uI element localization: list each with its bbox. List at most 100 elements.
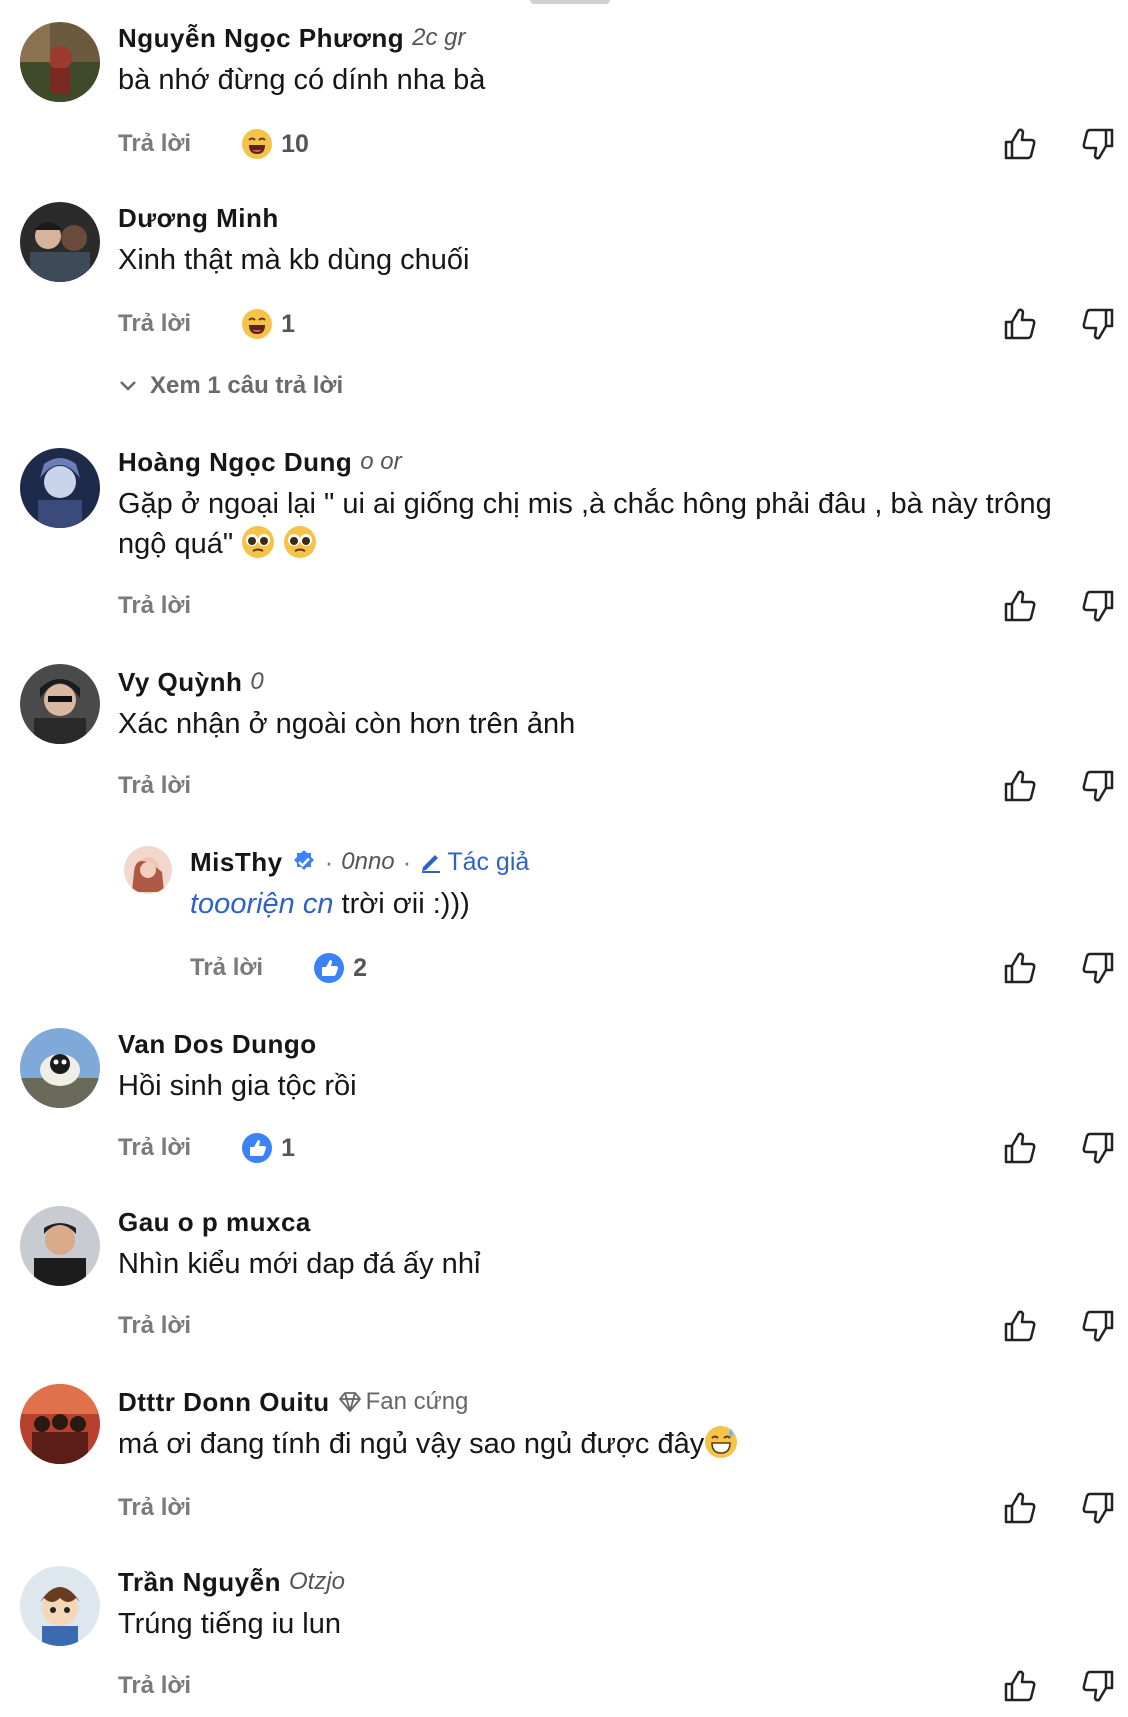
grinning-sweat-emoji-icon [704, 1425, 738, 1459]
reply-button[interactable]: Trả lời [118, 592, 191, 620]
commenter-name[interactable]: Van Dos Dungo [118, 1028, 317, 1060]
fan-badge: Fan cứng [338, 1386, 469, 1418]
dislike-button[interactable] [1080, 1668, 1116, 1704]
commenter-name[interactable]: Dtttr Donn Ouitu [118, 1386, 330, 1418]
reply-text: toooriện cn trời ơii :))) [190, 884, 470, 924]
reply-button[interactable]: Trả lời [118, 1312, 191, 1340]
avatar[interactable] [20, 448, 100, 528]
commenter-name[interactable]: Nguyễn Ngọc Phương [118, 22, 404, 54]
dislike-button[interactable] [1080, 126, 1116, 162]
avatar[interactable] [20, 1566, 100, 1646]
like-button[interactable] [1002, 1130, 1038, 1166]
commenter-name[interactable]: Dương Minh [118, 202, 279, 234]
dislike-button[interactable] [1080, 950, 1116, 986]
like-button[interactable] [1002, 1668, 1038, 1704]
commenter-handle: o or [360, 448, 402, 475]
avatar[interactable] [20, 1028, 100, 1108]
dislike-button[interactable] [1080, 1308, 1116, 1344]
reply-text-body: trời ơii :))) [333, 888, 470, 920]
commenter-name[interactable]: Gau o p muxca [118, 1206, 311, 1238]
reply-button[interactable]: Trả lời [118, 310, 191, 338]
sheet-drag-handle[interactable] [530, 0, 610, 4]
like-button[interactable] [1002, 126, 1038, 162]
like-button[interactable] [1002, 306, 1038, 342]
comment-header: Hoàng Ngọc Dung o or [118, 446, 402, 478]
comment-text: Hồi sinh gia tộc rồi [118, 1070, 357, 1102]
avatar[interactable] [20, 202, 100, 282]
thumbs-down-icon [1082, 1310, 1114, 1342]
commenter-handle: Otzjo [288, 1568, 345, 1595]
thumbs-down-icon [1082, 128, 1114, 160]
like-button[interactable] [1002, 1490, 1038, 1526]
reaction-count: 1 [281, 1133, 295, 1162]
like-button[interactable] [1002, 768, 1038, 804]
avatar[interactable] [20, 664, 100, 744]
avatar[interactable] [20, 22, 100, 102]
reply-button[interactable]: Trả lời [118, 1494, 191, 1522]
reaction-summary[interactable]: 2 [313, 952, 367, 984]
like-button[interactable] [1002, 950, 1038, 986]
avatar[interactable] [20, 1384, 100, 1464]
avatar[interactable] [124, 846, 172, 894]
commenter-name[interactable]: Vy Quỳnh [118, 666, 242, 698]
reply-actions: Trả lời 2 [190, 948, 367, 988]
comment-text: Nhìn kiểu mới dap đá ấy nhỉ [118, 1248, 481, 1280]
like-button[interactable] [1002, 1308, 1038, 1344]
verified-badge-icon [293, 850, 314, 870]
commenter-name[interactable]: Hoàng Ngọc Dung [118, 446, 352, 478]
reaction-count: 10 [281, 129, 309, 158]
pleading-face-emoji-icon [241, 525, 275, 559]
dislike-button[interactable] [1080, 1490, 1116, 1526]
thumbs-up-icon [1004, 1310, 1036, 1342]
like-button[interactable] [1002, 588, 1038, 624]
meta-separator: · [324, 847, 334, 877]
comment-header: Nguyễn Ngọc Phương 2c gr [118, 22, 465, 54]
reaction-summary[interactable]: 10 [241, 128, 309, 160]
comment-text: Trúng tiếng iu lun [118, 1608, 342, 1640]
thumbs-up-icon [1004, 308, 1036, 340]
dislike-button[interactable] [1080, 588, 1116, 624]
reply-button[interactable]: Trả lời [118, 1134, 191, 1162]
reply-button[interactable]: Trả lời [190, 954, 263, 982]
comment-text: bà nhớ đừng có dính nha bà [118, 64, 486, 96]
comment-text: má ơi đang tính đi ngủ vậy sao ngủ được … [118, 1424, 738, 1464]
author-name[interactable]: MisThy [190, 846, 283, 878]
comment-header: Dtttr Donn Ouitu Fan cứng [118, 1386, 468, 1418]
comment-text: Gặp ở ngoại lại " ui ai giống chị mis ,à… [118, 484, 1108, 564]
comment-header: Van Dos Dungo [118, 1028, 317, 1060]
dislike-button[interactable] [1080, 1130, 1116, 1166]
comment-header: Gau o p muxca [118, 1206, 311, 1238]
reaction-count: 1 [281, 309, 295, 338]
thumbs-down-icon [1082, 1132, 1114, 1164]
dislike-button[interactable] [1080, 768, 1116, 804]
pleading-face-emoji-icon [283, 525, 317, 559]
commenter-handle: 2c gr [412, 24, 466, 51]
thumbs-down-icon [1082, 1670, 1114, 1702]
reply-button[interactable]: Trả lời [118, 130, 191, 158]
comment-text-body: má ơi đang tính đi ngủ vậy sao ngủ được … [118, 1428, 705, 1460]
mention-link[interactable]: toooriện cn [190, 888, 334, 920]
commenter-handle: 0 [250, 668, 264, 695]
comment-actions: Trả lời 1 [118, 304, 295, 344]
author-handle: 0nno [341, 848, 395, 875]
thumbs-up-icon [1004, 952, 1036, 984]
comment-text: Xác nhận ở ngoài còn hơn trên ảnh [118, 708, 576, 740]
thumbs-down-icon [1082, 770, 1114, 802]
view-replies-button[interactable]: Xem 1 câu trả lời [118, 372, 343, 400]
reply-button[interactable]: Trả lời [118, 772, 191, 800]
diamond-icon [338, 1392, 361, 1412]
fan-badge-label: Fan cứng [365, 1388, 469, 1415]
avatar[interactable] [20, 1206, 100, 1286]
thumbs-up-icon [1004, 1492, 1036, 1524]
thumbs-down-icon [1082, 308, 1114, 340]
dislike-button[interactable] [1080, 306, 1116, 342]
laughing-emoji-icon [241, 128, 273, 160]
reaction-summary[interactable]: 1 [241, 308, 295, 340]
view-replies-label: Xem 1 câu trả lời [150, 372, 344, 399]
reaction-summary[interactable]: 1 [241, 1132, 295, 1164]
reply-button[interactable]: Trả lời [118, 1672, 191, 1700]
comment-actions: Trả lời [118, 1488, 191, 1528]
thumbs-down-icon [1082, 952, 1114, 984]
author-badge: Tác giả [419, 846, 529, 878]
commenter-name[interactable]: Trần Nguyễn [118, 1566, 281, 1598]
